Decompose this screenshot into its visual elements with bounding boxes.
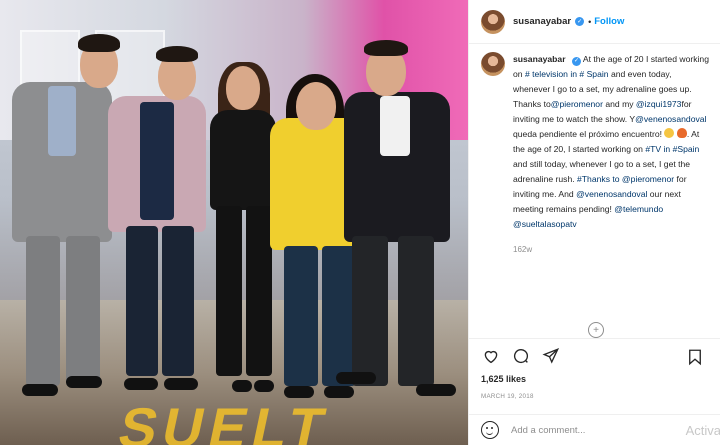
- post-caption: susanayabar ✓ At the age of 20 I started…: [481, 52, 715, 257]
- activate-watermark: Activa: [685, 423, 720, 438]
- post-username[interactable]: susanayabar: [513, 16, 571, 27]
- avatar[interactable]: [481, 9, 505, 34]
- fire-emoji-icon: [676, 128, 687, 138]
- plus-circle-icon[interactable]: +: [588, 322, 604, 338]
- smiley-icon[interactable]: [481, 421, 499, 439]
- hashtag-link[interactable]: #TV in #Spain: [645, 144, 699, 154]
- mention-link[interactable]: @sueltalasopatv: [513, 219, 577, 229]
- post-photo[interactable]: SUELT: [0, 0, 468, 445]
- share-icon[interactable]: [541, 346, 561, 366]
- bookmark-icon[interactable]: [685, 347, 705, 367]
- floor-logo: SUELT: [113, 396, 337, 445]
- follow-button[interactable]: Follow: [594, 16, 624, 27]
- comment-input[interactable]: [511, 424, 661, 436]
- avatar[interactable]: [481, 52, 505, 76]
- post-header: susanayabar ✓ • Follow: [469, 0, 720, 44]
- caption-username[interactable]: susanayabar: [513, 54, 566, 64]
- verified-badge-icon: ✓: [575, 17, 585, 26]
- caption-text: susanayabar ✓ At the age of 20 I started…: [513, 52, 711, 257]
- mention-link[interactable]: @venenosandoval: [635, 114, 706, 124]
- mention-link[interactable]: @telemundo: [614, 204, 663, 214]
- verified-badge-icon: ✓: [571, 57, 581, 66]
- heart-icon[interactable]: [481, 346, 501, 366]
- hashtag-link[interactable]: #Thanks to @pieromenor: [577, 174, 674, 184]
- mention-link[interactable]: @izqui1973: [636, 99, 682, 109]
- comment-bar: Activa: [469, 414, 720, 445]
- caption-text-part: and my: [602, 99, 636, 109]
- smiling-face-emoji-icon: [664, 128, 675, 138]
- post-actions: [469, 338, 720, 372]
- mention-link[interactable]: @pieromenor: [551, 99, 603, 109]
- separator-dot: •: [588, 16, 592, 27]
- likes-count[interactable]: 1,625 likes: [481, 374, 526, 384]
- mention-link[interactable]: @venenosandoval: [576, 189, 647, 199]
- comment-icon[interactable]: [511, 346, 531, 366]
- caption-text-part: queda pendiente el próximo encuentro!: [513, 129, 663, 139]
- caption-time-ago: 162w: [513, 245, 533, 254]
- post-sidebar: susanayabar ✓ • Follow susanayabar ✓ At …: [468, 0, 720, 445]
- hashtag-link[interactable]: # television in # Spain: [525, 69, 609, 79]
- post-date: MARCH 19, 2018: [481, 393, 534, 400]
